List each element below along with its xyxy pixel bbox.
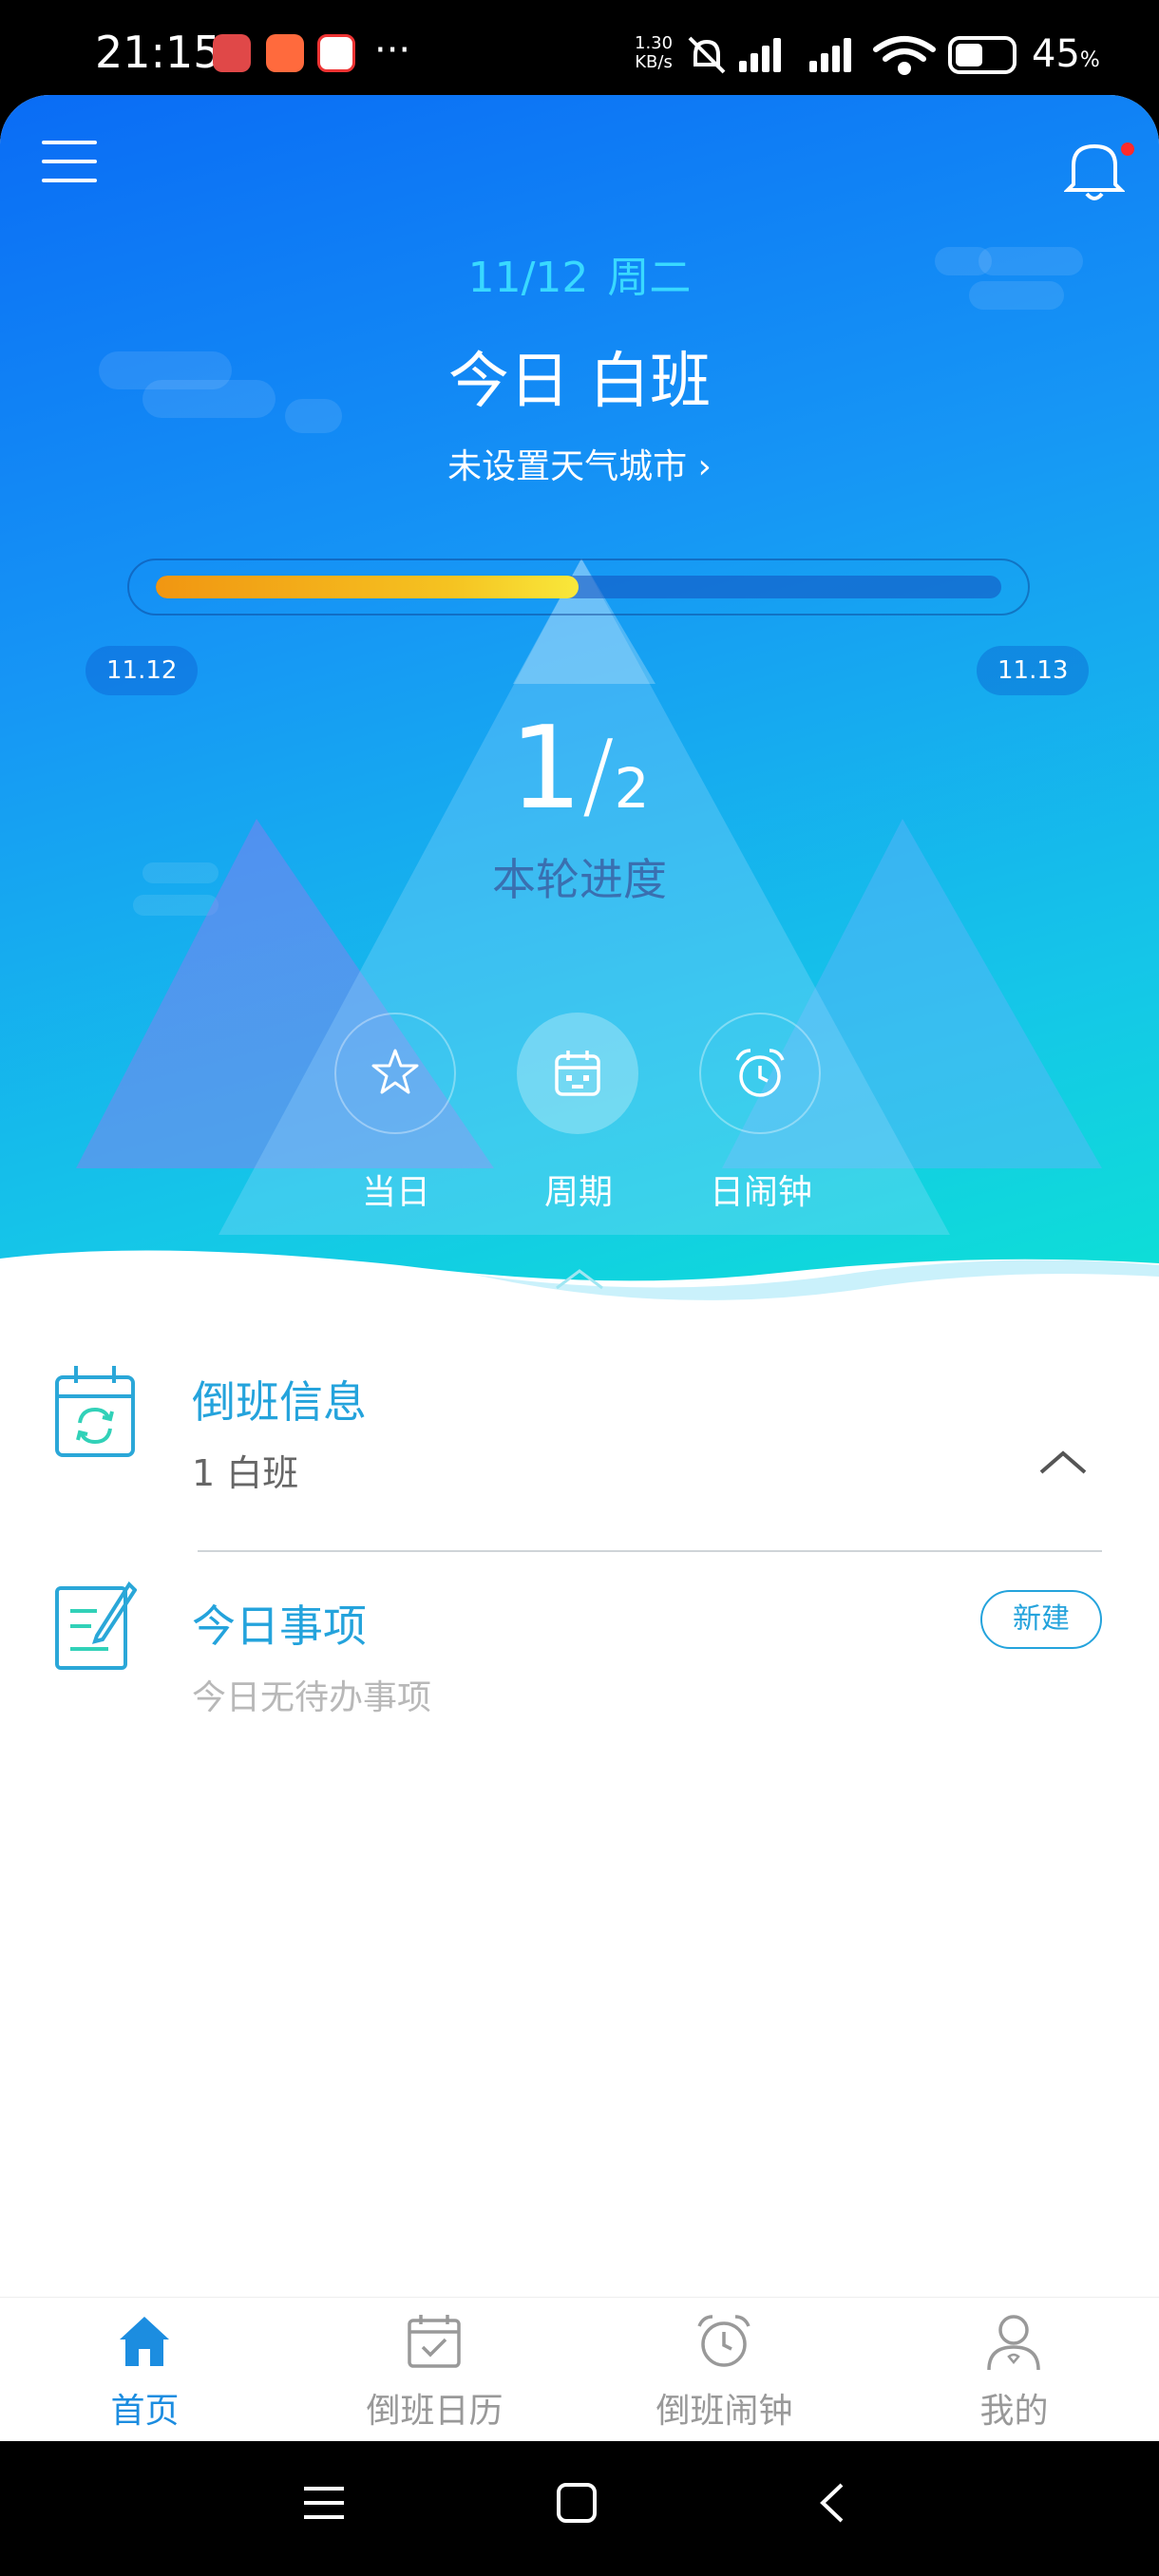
current-weekday: 周二 [607,254,692,302]
collapse-arrow-icon[interactable] [553,1265,606,1292]
today-shift-title: 今日 白班 [447,347,712,417]
app-screen: 11/12 周二 今日 白班 未设置天气城市 › 11.12 11.13 1/2 … [0,95,1159,2441]
date-line: 11/12 周二 [0,243,1159,304]
progress-fill [156,576,579,598]
day-button[interactable]: 当日 [334,1013,458,1214]
nav-mine[interactable]: 我的 [869,2298,1159,2441]
calendar-check-icon [408,2315,461,2368]
home-square-icon[interactable] [555,2481,598,2525]
battery-unit: % [1079,48,1100,72]
nav-mine-label: 我的 [979,2392,1049,2431]
notification-dot [1121,142,1134,156]
nav-shift-alarm-label: 倒班闹钟 [656,2392,793,2431]
app-notification-icon [213,34,251,72]
shift-info-title: 倒班信息 [192,1376,367,1428]
mute-icon [688,36,726,74]
cycle-slash: / [581,719,615,830]
alarm-clock-icon [697,2315,750,2367]
cycle-progress-bar [127,559,1030,616]
shift-info-value: 1 白班 [192,1452,299,1494]
network-speed: 1.30 KB/s [635,34,673,72]
current-date: 11/12 [467,254,589,302]
cycle-progress-value: 1/2 [0,712,1159,831]
todo-title: 今日事项 [192,1601,367,1652]
menu-line [42,179,97,182]
nav-home-label: 首页 [110,2392,180,2431]
calendar-icon [555,1051,600,1096]
progress-start-date: 11.12 [86,646,199,695]
day-alarm-button-circle [699,1013,821,1134]
progress-track [156,576,1001,598]
progress-end-date: 11.13 [977,646,1090,695]
day-alarm-button[interactable]: 日闹钟 [699,1013,823,1214]
alarm-clock-icon [735,1049,785,1097]
bottom-nav: 首页 倒班日历 倒班闹钟 我的 [0,2297,1159,2441]
hero-wave [0,1250,1159,1349]
battery-value: 45 [1032,32,1080,76]
battery-level: 45% [1032,32,1100,76]
back-icon[interactable] [813,2481,851,2525]
notification-bell-icon[interactable] [1064,137,1125,203]
nav-shift-alarm[interactable]: 倒班闹钟 [580,2298,869,2441]
cycle-current: 1 [509,703,582,835]
network-speed-unit: KB/s [635,52,673,72]
cycle-button[interactable]: 周期 [517,1013,640,1214]
chevron-up-icon[interactable] [1037,1448,1089,1476]
home-icon [120,2317,169,2366]
menu-button[interactable] [42,141,97,188]
nav-home[interactable]: 首页 [0,2298,290,2441]
cycle-button-label: 周期 [543,1173,613,1212]
cycle-total: 2 [614,756,650,821]
system-nav-bar [0,2441,1159,2576]
star-icon [371,1049,419,1094]
todo-edit-icon [55,1581,137,1670]
weather-city-link[interactable]: 未设置天气城市 › [0,439,1159,488]
nav-shift-calendar[interactable]: 倒班日历 [290,2298,580,2441]
status-time: 21:15 [95,27,221,78]
more-notifications-icon: ··· [374,28,411,72]
network-speed-value: 1.30 [635,33,674,53]
app-notification-icon [317,34,355,72]
user-icon [987,2315,1040,2371]
day-button-label: 当日 [361,1173,430,1212]
signal-icon [809,38,851,72]
day-alarm-button-label: 日闹钟 [709,1173,812,1212]
cycle-progress-label: 本轮进度 [492,854,667,905]
divider [198,1550,1102,1552]
status-icons [688,36,1016,75]
battery-icon [948,36,1016,74]
todo-empty-text: 今日无待办事项 [192,1678,432,1717]
signal-icon [739,38,781,72]
shift-calendar-icon [55,1366,135,1457]
app-notification-icon [266,34,304,72]
cycle-button-circle [517,1013,638,1134]
hero-panel: 11/12 周二 今日 白班 未设置天气城市 › 11.12 11.13 1/2 … [0,95,1159,1292]
menu-line [42,141,97,144]
menu-line [42,160,97,163]
recent-apps-icon[interactable] [302,2481,346,2525]
new-todo-button[interactable]: 新建 [980,1590,1102,1649]
nav-shift-calendar-label: 倒班日历 [366,2392,504,2431]
day-button-circle [334,1013,456,1134]
wifi-icon [873,36,936,75]
